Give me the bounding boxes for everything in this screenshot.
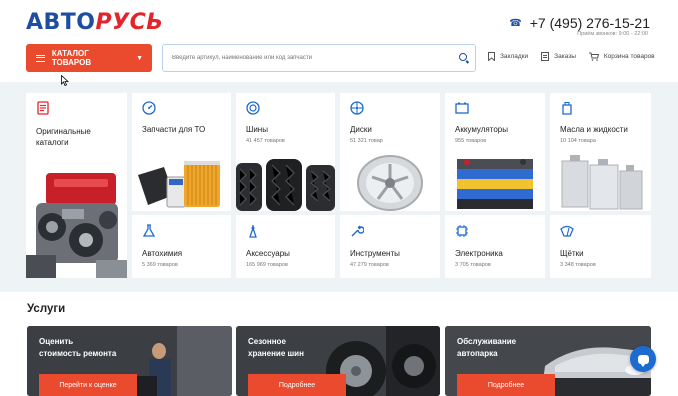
logo-part-2: РУСЬ [95,10,164,35]
cart-link[interactable]: Корзина товаров [588,52,655,61]
service-title-line-1: Оценить [39,337,74,346]
category-name: Инструменты [350,249,400,258]
chat-icon [637,354,649,367]
category-name: Аксессуары [246,249,290,258]
search-icon[interactable] [459,53,467,61]
accessory-icon [249,225,257,238]
service-title: Оценить стоимость ремонта [39,336,116,360]
category-count: 51 321 товар [350,138,383,144]
bookmarks-link[interactable]: Закладки [488,52,528,61]
category-name: Запчасти для ТО [142,125,206,134]
category-tile-wheels[interactable]: Диски 51 321 товар [340,93,440,211]
service-card-repair-estimate[interactable]: Оценить стоимость ремонта Перейти к оценк… [27,326,232,396]
service-title-line-2: хранение шин [248,349,304,358]
category-tile-tools[interactable]: Инструменты 47 279 товаров [340,215,440,278]
oil-icon [562,101,572,115]
catalog-button-label: КАТАЛОГ ТОВАРОВ [51,49,92,67]
category-tile-electronics[interactable]: Электроника 3 705 товаров [445,215,545,278]
category-count: 10 104 товара [560,138,596,144]
battery-image [457,159,533,209]
logo-part-1: АВТО [26,10,96,35]
orders-label: Заказы [554,53,576,60]
category-count: 5 369 товаров [142,262,178,268]
category-count: 3 348 товаров [560,262,596,268]
category-tile-oils[interactable]: Масла и жидкости 10 104 товара [550,93,651,211]
category-count: 165 969 товаров [246,262,288,268]
wheel-rim-image [357,155,423,211]
wrench-icon [351,225,364,237]
service-card-tire-storage[interactable]: Сезонное хранение шин Подробнее [236,326,440,396]
service-card-fleet[interactable]: Обслуживание автопарка Подробнее [445,326,651,396]
header-links: Закладки Заказы Корзина товаров [488,52,655,61]
service-button[interactable]: Перейти к оценке [39,374,137,396]
mouse-cursor [61,75,69,86]
bookmark-icon [488,52,495,61]
catalog-icon [37,101,49,115]
category-count: 47 279 товаров [350,262,389,268]
category-name: Оригинальные каталоги [36,126,91,148]
battery-icon [455,102,469,114]
menu-icon [36,54,45,62]
category-count: 955 товаров [455,138,487,144]
category-name: Электроника [455,249,503,258]
category-name: Масла и жидкости [560,125,628,134]
flask-icon [142,224,156,237]
orders-icon [541,52,550,61]
service-title-line-2: стоимость ремонта [39,349,117,358]
service-title-line-2: автопарка [457,349,498,358]
category-name: Автохимия [142,249,183,258]
category-tile-original-catalogs[interactable]: Оригинальные каталоги [26,93,127,278]
category-name: Аккумуляторы [455,125,508,134]
engine-image [26,165,127,278]
category-count: 3 705 товаров [455,262,491,268]
gauge-icon [142,101,156,115]
category-tile-tires[interactable]: Шины 41 457 товаров [236,93,335,211]
search-box[interactable] [162,44,476,72]
service-button[interactable]: Подробнее [457,374,555,396]
wheel-icon [350,101,364,115]
category-tile-autochemistry[interactable]: Автохимия 5 369 товаров [132,215,231,278]
category-tile-batteries[interactable]: Аккумуляторы 955 товаров [445,93,545,211]
phone-icon: ☎ [509,17,522,29]
tire-icon [246,101,260,115]
catalog-button[interactable]: КАТАЛОГ ТОВАРОВ ▼ [26,44,152,72]
cart-label: Корзина товаров [603,53,655,60]
oil-canisters-image [561,155,643,210]
bookmarks-label: Закладки [500,53,529,60]
category-tile-accessories[interactable]: Аксессуары 165 969 товаров [236,215,335,278]
chip-icon [456,225,468,237]
tires-image [236,159,335,211]
service-title-line-1: Обслуживание [457,337,517,346]
wiper-icon [560,225,574,237]
categories-section: Оригинальные каталоги Запчасти для ТО Ши… [0,82,678,292]
category-tile-wipers[interactable]: Щётки 3 348 товаров [550,215,651,278]
chat-button[interactable] [630,346,656,372]
service-title-line-1: Сезонное [248,337,286,346]
services-title: Услуги [27,303,66,315]
category-name: Диски [350,125,372,134]
filters-image [138,161,220,208]
orders-link[interactable]: Заказы [541,52,576,61]
category-name-line-2: каталоги [36,138,69,147]
category-name-line-1: Оригинальные [36,127,91,136]
service-title: Сезонное хранение шин [248,336,304,360]
category-count: 41 457 товаров [246,138,285,144]
category-name: Шины [246,125,268,134]
site-logo[interactable]: АВТОРУСЬ [26,10,164,35]
search-input[interactable] [172,55,442,61]
service-button[interactable]: Подробнее [248,374,346,396]
call-hours: Приём звонков: 9:00 - 22:00 [577,31,648,37]
category-tile-to-parts[interactable]: Запчасти для ТО [132,93,231,211]
service-title: Обслуживание автопарка [457,336,516,360]
chevron-down-icon: ▼ [136,54,143,62]
phone-number[interactable]: +7 (495) 276-15-21 [530,15,650,31]
category-name: Щётки [560,249,584,258]
phone-block[interactable]: ☎ +7 (495) 276-15-21 [509,15,650,31]
cart-icon [588,52,599,61]
